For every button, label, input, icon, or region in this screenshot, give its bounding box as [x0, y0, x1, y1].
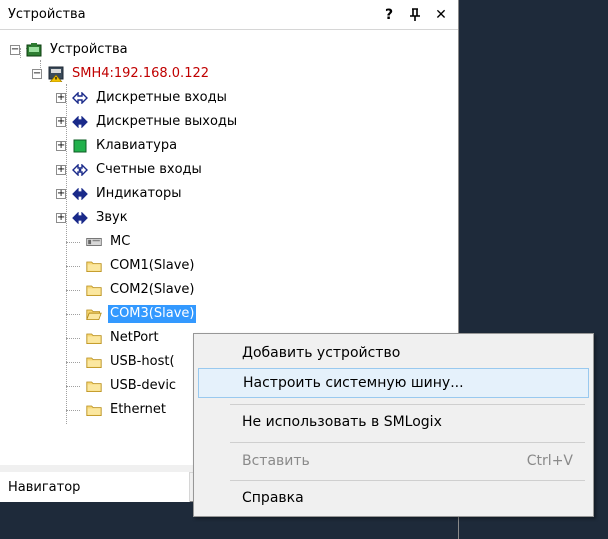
close-button[interactable]: ✕	[432, 6, 450, 24]
tree-item-discrete-outputs[interactable]: + Дискретные выходы	[56, 110, 239, 134]
tree-item-mc[interactable]: MC	[66, 230, 132, 254]
tree-root-row[interactable]: − Устройства	[10, 38, 130, 62]
folder-icon	[86, 402, 102, 418]
menu-item-configure-system-bus[interactable]: Настроить системную шину...	[198, 368, 589, 398]
tree-item-label: Ethernet	[110, 402, 166, 417]
controller-warning-icon	[48, 66, 64, 82]
menu-separator	[230, 404, 585, 405]
collapse-icon[interactable]: −	[32, 69, 42, 79]
tree-item-label: Звук	[96, 210, 128, 225]
menu-item-help[interactable]: Справка	[198, 483, 589, 513]
titlebar-buttons: ? ✕	[380, 6, 450, 24]
tree-root-label: Устройства	[50, 42, 128, 57]
expand-icon[interactable]: +	[56, 93, 66, 103]
tree-item-label: Дискретные входы	[96, 90, 227, 105]
tree-line	[66, 386, 80, 387]
expand-icon[interactable]: +	[56, 189, 66, 199]
folder-icon	[86, 354, 102, 370]
help-button[interactable]: ?	[380, 6, 398, 24]
double-arrow-icon	[72, 186, 88, 202]
devices-panel-titlebar: Устройства ? ✕	[0, 0, 458, 30]
tree-item-label: Клавиатура	[96, 138, 178, 153]
tree-item-ethernet[interactable]: Ethernet	[66, 398, 168, 422]
tree-device-label: SMH4:192.168.0.122	[72, 66, 210, 81]
tree-item-label: Счетные входы	[96, 162, 202, 177]
menu-item-label: Не использовать в SMLogix	[242, 414, 442, 430]
counter-arrow-icon	[72, 162, 88, 178]
tree-item-indicators[interactable]: + Индикаторы	[56, 182, 184, 206]
tree-item-label-selected: COM3(Slave)	[108, 305, 197, 323]
tree-item-discrete-inputs[interactable]: + Дискретные входы	[56, 86, 229, 110]
tab-navigator[interactable]: Навигатор	[0, 472, 190, 502]
pin-icon[interactable]	[406, 6, 424, 24]
menu-separator	[230, 480, 585, 481]
expand-icon[interactable]: +	[56, 165, 66, 175]
tree-item-label: COM1(Slave)	[110, 258, 195, 273]
collapse-icon[interactable]: −	[10, 45, 20, 55]
tree-line	[66, 290, 80, 291]
tree-item-label: NetPort	[110, 330, 159, 345]
tree-line	[66, 266, 80, 267]
tree-line	[66, 314, 80, 315]
tree-item-com2[interactable]: COM2(Slave)	[66, 278, 196, 302]
menu-item-label: Справка	[242, 490, 304, 506]
tree-item-sound[interactable]: + Звук	[56, 206, 130, 230]
menu-item-label: Вставить	[242, 453, 310, 469]
folder-icon	[86, 282, 102, 298]
devices-panel-title: Устройства	[8, 7, 86, 22]
tree-item-counting-inputs[interactable]: + Счетные входы	[56, 158, 204, 182]
module-icon	[86, 234, 102, 250]
tree-line	[66, 242, 80, 243]
menu-item-shortcut: Ctrl+V	[526, 453, 573, 469]
tree-item-label: USB-devic	[110, 378, 177, 393]
expand-icon[interactable]: +	[56, 141, 66, 151]
expand-icon[interactable]: +	[56, 213, 66, 223]
app-window: Устройства ? ✕ − Устройства − SMH4:192.1…	[0, 0, 608, 539]
double-arrow-icon	[72, 114, 88, 130]
tree-line	[66, 362, 80, 363]
tree-item-usb-device[interactable]: USB-devic	[66, 374, 178, 398]
tree-item-label: COM2(Slave)	[110, 282, 195, 297]
menu-item-do-not-use[interactable]: Не использовать в SMLogix	[198, 407, 589, 437]
tree-item-keyboard[interactable]: + Клавиатура	[56, 134, 179, 158]
tree-item-netport[interactable]: NetPort	[66, 326, 161, 350]
menu-separator	[230, 442, 585, 443]
tree-item-com1[interactable]: COM1(Slave)	[66, 254, 196, 278]
tree-device-row[interactable]: − SMH4:192.168.0.122	[32, 62, 211, 86]
context-menu: Добавить устройство Настроить системную …	[193, 333, 594, 517]
open-folder-icon	[86, 306, 102, 322]
menu-item-add-device[interactable]: Добавить устройство	[198, 338, 589, 368]
devices-root-icon	[26, 42, 42, 58]
folder-icon	[86, 330, 102, 346]
tree-item-label: USB-host(	[110, 354, 175, 369]
double-arrow-icon	[72, 90, 88, 106]
menu-item-label: Добавить устройство	[242, 345, 401, 361]
expand-icon[interactable]: +	[56, 117, 66, 127]
tree-item-usb-host[interactable]: USB-host(	[66, 350, 177, 374]
tree-line	[66, 338, 80, 339]
tree-item-label: Индикаторы	[96, 186, 182, 201]
tree-line	[66, 410, 80, 411]
tree-item-label: Дискретные выходы	[96, 114, 238, 129]
menu-item-label: Настроить системную шину...	[243, 375, 464, 391]
folder-icon	[86, 378, 102, 394]
tree-item-label: MC	[110, 234, 131, 249]
keyboard-icon	[72, 138, 88, 154]
double-arrow-icon	[72, 210, 88, 226]
menu-item-paste[interactable]: Вставить Ctrl+V	[198, 446, 589, 476]
tree-item-com3[interactable]: COM3(Slave)	[66, 302, 197, 326]
tab-navigator-label: Навигатор	[8, 479, 81, 495]
folder-icon	[86, 258, 102, 274]
